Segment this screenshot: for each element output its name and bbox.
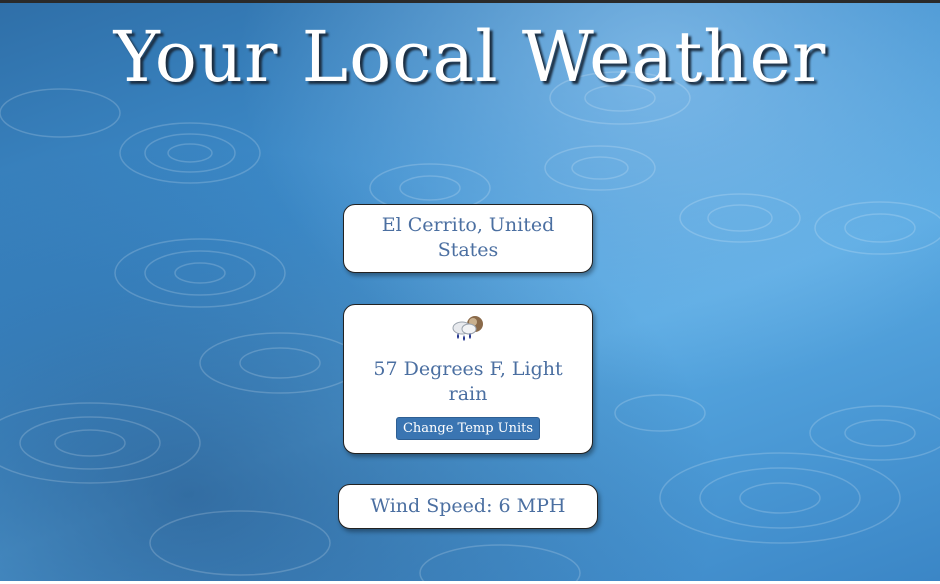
change-temp-units-button[interactable]: Change Temp Units	[395, 417, 541, 440]
temperature-condition-text: 57 Degrees F, Light rain	[373, 358, 563, 405]
wind-speed-card: Wind Speed: 6 MPH	[338, 484, 598, 529]
location-card: El Cerrito, United States	[343, 204, 593, 273]
light-rain-cloud-icon	[452, 316, 483, 341]
page-title: Your Local Weather	[113, 16, 827, 98]
location-text: El Cerrito, United States	[381, 214, 555, 261]
weather-card: 57 Degrees F, Light rain Change Temp Uni…	[343, 304, 593, 454]
wind-speed-text: Wind Speed: 6 MPH	[370, 495, 566, 517]
